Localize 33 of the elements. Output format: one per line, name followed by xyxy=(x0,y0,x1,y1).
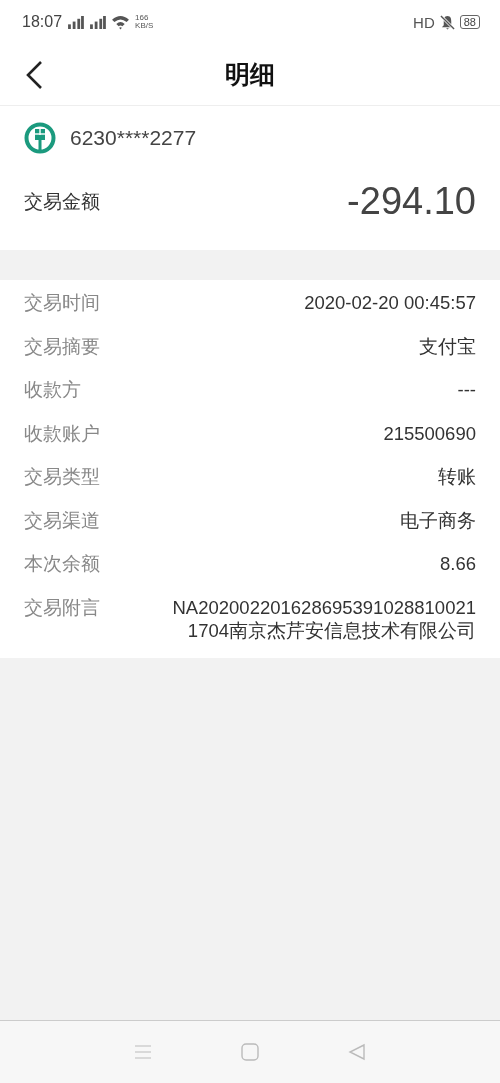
page-title: 明细 xyxy=(225,59,275,90)
detail-label: 收款账户 xyxy=(24,421,100,446)
network-speed: 166 xyxy=(135,14,150,22)
amount-value: -294.10 xyxy=(347,180,476,223)
detail-label: 交易摘要 xyxy=(24,334,100,359)
wifi-icon xyxy=(111,14,131,30)
status-time: 18:07 xyxy=(22,13,63,31)
card-number: 6230****2277 xyxy=(70,126,197,150)
battery-level: 88 xyxy=(459,15,480,29)
detail-label: 交易时间 xyxy=(24,291,100,315)
detail-label: 交易类型 xyxy=(24,465,100,489)
detail-value: 2020-02-20 00:45:57 xyxy=(303,291,476,314)
detail-value: 支付宝 xyxy=(418,334,476,358)
detail-value: 电子商务 xyxy=(399,508,476,532)
hd-label: HD xyxy=(413,13,435,31)
detail-label: 本次余额 xyxy=(24,552,100,576)
amount-label: 交易金额 xyxy=(24,189,100,214)
detail-label: 收款方 xyxy=(24,378,81,402)
detail-value: --- xyxy=(456,378,476,401)
muted-bell-icon xyxy=(439,14,455,30)
signal-icon xyxy=(89,15,107,29)
back-icon[interactable] xyxy=(24,60,44,90)
detail-label: 交易渠道 xyxy=(24,508,100,533)
home-icon[interactable] xyxy=(241,1043,259,1061)
signal-icon xyxy=(67,15,85,29)
detail-value: NA2020022016286953910288100211704南京杰芹安信息技术有限公司 xyxy=(171,595,476,642)
speed-unit: KB/S xyxy=(135,22,154,30)
detail-value: 8.66 xyxy=(439,552,476,575)
detail-value: 转账 xyxy=(437,465,476,488)
menu-icon[interactable] xyxy=(134,1043,153,1061)
bank-logo-icon xyxy=(24,122,56,154)
detail-value: 215500690 xyxy=(382,421,476,445)
detail-label: 交易附言 xyxy=(24,595,100,620)
